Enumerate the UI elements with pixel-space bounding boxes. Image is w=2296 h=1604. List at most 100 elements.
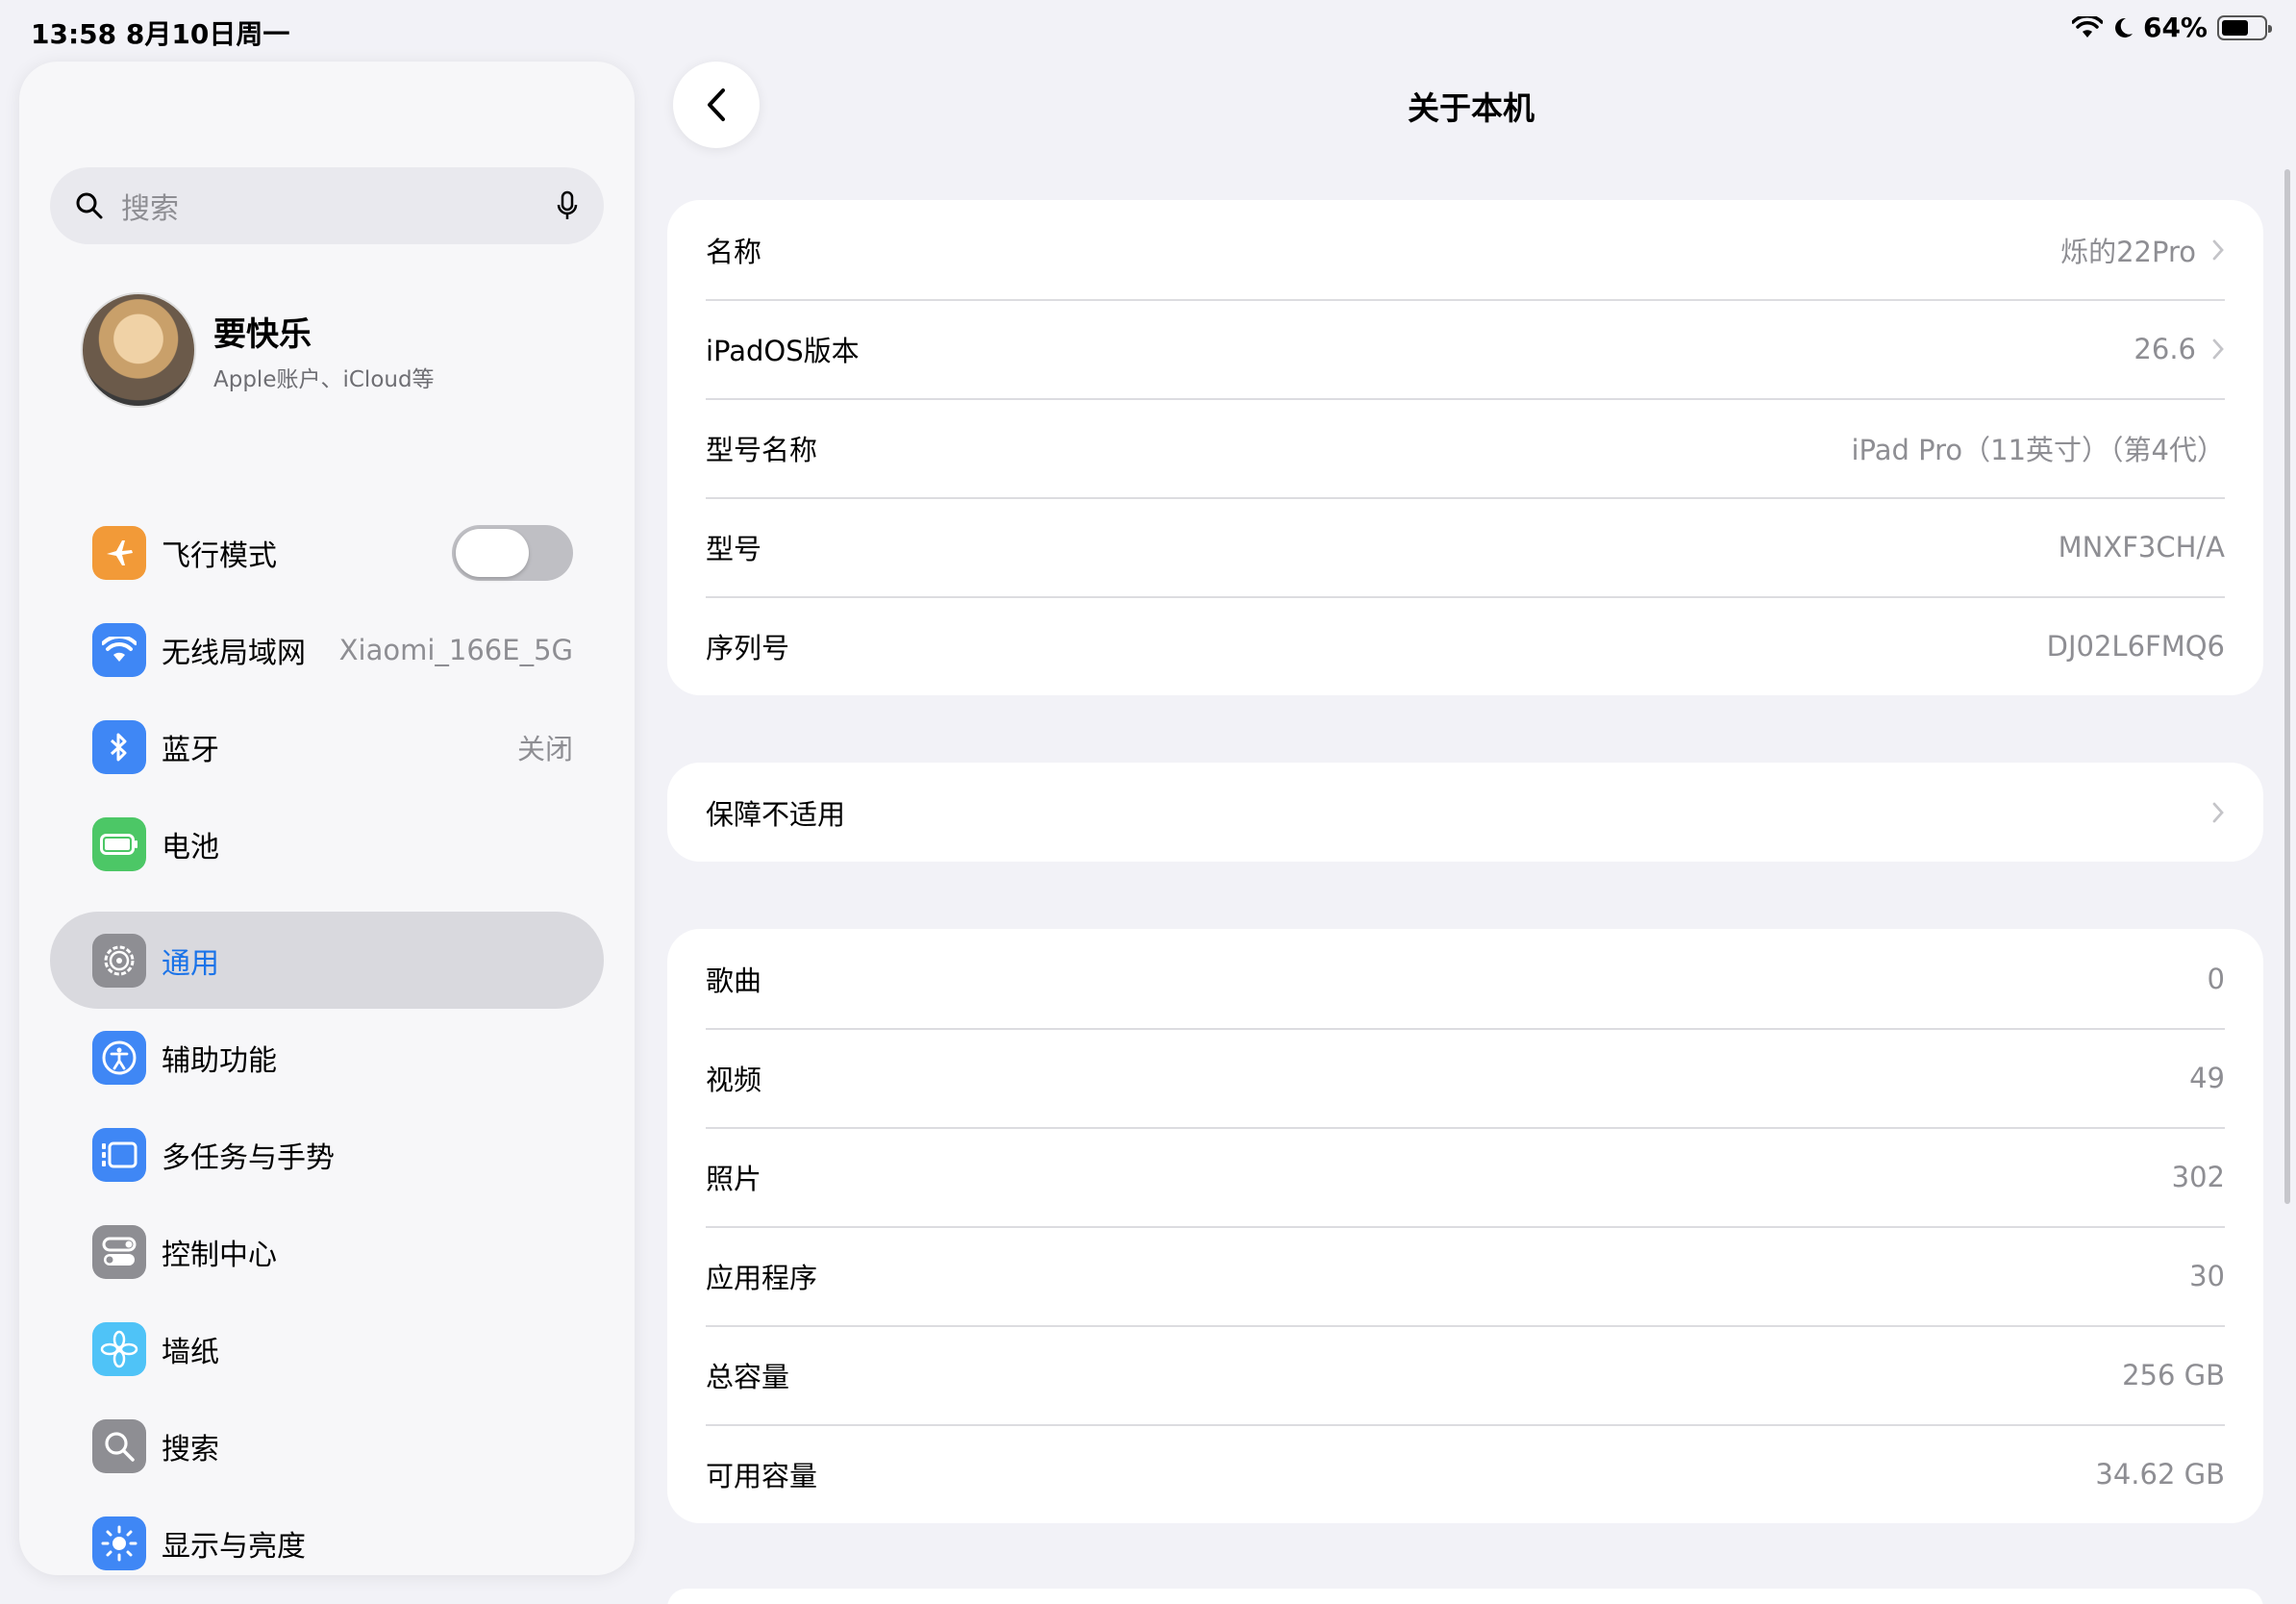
avatar: [81, 292, 196, 408]
battery-percent: 64%: [2142, 12, 2208, 43]
row-label: 型号名称: [706, 433, 818, 466]
sidebar-item-battery[interactable]: 电池: [50, 795, 604, 892]
row-applications: 应用程序 30: [667, 1226, 2263, 1325]
sidebar-item-label: 飞行模式: [162, 539, 277, 573]
sidebar-item-label: 电池: [162, 830, 219, 865]
row-coverage[interactable]: 保障不适用: [667, 763, 2263, 862]
row-videos: 视频 49: [667, 1028, 2263, 1127]
sidebar-item-label: 控制中心: [162, 1238, 277, 1272]
row-label: 可用容量: [706, 1459, 818, 1492]
row-value: 34.62 GB: [2095, 1457, 2225, 1491]
row-total-capacity: 总容量 256 GB: [667, 1325, 2263, 1424]
gear-icon: [92, 933, 146, 988]
row-label: 视频: [706, 1063, 762, 1096]
coverage-group: 保障不适用: [667, 763, 2263, 862]
microphone-icon[interactable]: [556, 190, 579, 221]
sidebar-item-control-center[interactable]: 控制中心: [50, 1203, 604, 1300]
row-value: 烁的22Pro: [2060, 235, 2196, 268]
row-model-name: 型号名称 iPad Pro（11英寸）（第4代）: [667, 398, 2263, 497]
battery-indicator: [2217, 14, 2272, 40]
sidebar-item-label: 蓝牙: [162, 733, 219, 767]
airplane-icon: [92, 525, 146, 580]
row-available-capacity: 可用容量 34.62 GB: [667, 1424, 2263, 1523]
sidebar-item-label: 显示与亮度: [162, 1529, 306, 1564]
wifi-icon: [92, 622, 146, 677]
chevron-right-icon: [2212, 338, 2224, 359]
bluetooth-status: 关闭: [516, 732, 573, 765]
wifi-network-name: Xiaomi_166E_5G: [338, 633, 573, 666]
row-photos: 照片 302: [667, 1127, 2263, 1226]
sidebar-item-general[interactable]: 通用: [50, 912, 604, 1009]
sidebar-item-airplane-mode[interactable]: 飞行模式: [50, 504, 604, 601]
apple-account-profile[interactable]: 要快乐 Apple账户、iCloud等: [81, 292, 435, 408]
battery-icon: [92, 816, 146, 871]
do-not-disturb-moon-icon: [2115, 17, 2133, 38]
sidebar-item-label: 多任务与手势: [162, 1140, 335, 1175]
chevron-right-icon: [2212, 802, 2224, 822]
sidebar-search-bar[interactable]: 搜索: [50, 167, 604, 244]
device-info-group: 名称 烁的22Pro iPadOS版本 26.6 型号名称 iPad Pro（1…: [667, 200, 2263, 695]
row-value: 30: [2189, 1259, 2225, 1292]
multitasking-icon: [92, 1127, 146, 1182]
search-icon: [76, 192, 103, 219]
airplane-mode-toggle[interactable]: [452, 524, 573, 581]
scrollbar[interactable]: [2284, 169, 2290, 1204]
brightness-icon: [92, 1516, 146, 1570]
sidebar-item-wifi[interactable]: 无线局域网 Xiaomi_166E_5G: [50, 601, 604, 698]
row-label: iPadOS版本: [706, 334, 860, 367]
next-group-peek: [667, 1589, 2263, 1604]
control-center-icon: [92, 1224, 146, 1279]
row-value: DJ02L6FMQ6: [2046, 629, 2225, 663]
sidebar-item-bluetooth[interactable]: 蓝牙 关闭: [50, 698, 604, 795]
sidebar-item-search[interactable]: 搜索: [50, 1397, 604, 1494]
row-value: 256 GB: [2122, 1358, 2225, 1391]
profile-name: 要快乐: [213, 314, 312, 354]
sidebar-item-label: 墙纸: [162, 1335, 219, 1369]
row-value: 49: [2189, 1061, 2225, 1094]
row-value: iPad Pro（11英寸）（第4代）: [1851, 433, 2226, 466]
status-time: 13:58 8月10日周一: [31, 18, 290, 50]
status-bar: 13:58 8月10日周一 64%: [0, 0, 2296, 60]
settings-sidebar: 搜索 要快乐 Apple账户、iCloud等 飞行模式 无线局域网 Xiaomi…: [19, 62, 635, 1575]
row-label: 序列号: [706, 631, 790, 664]
status-icons: 64%: [2071, 12, 2272, 43]
accessibility-icon: [92, 1030, 146, 1085]
row-label: 照片: [706, 1162, 762, 1195]
sidebar-item-multitasking[interactable]: 多任务与手势: [50, 1106, 604, 1203]
row-model-number[interactable]: 型号 MNXF3CH/A: [667, 497, 2263, 596]
row-name[interactable]: 名称 烁的22Pro: [667, 200, 2263, 299]
battery-fill: [2222, 19, 2248, 36]
page-title: 关于本机: [1408, 89, 1535, 127]
sidebar-item-wallpaper[interactable]: 墙纸: [50, 1300, 604, 1397]
row-ipados-version[interactable]: iPadOS版本 26.6: [667, 299, 2263, 398]
sidebar-item-label: 通用: [162, 946, 219, 981]
row-value: 26.6: [2134, 332, 2196, 365]
wallpaper-icon: [92, 1321, 146, 1376]
wifi-status-icon: [2071, 15, 2103, 38]
row-label: 应用程序: [706, 1261, 818, 1294]
row-label: 名称: [706, 235, 762, 268]
chevron-right-icon: [2212, 239, 2224, 260]
row-serial-number[interactable]: 序列号 DJ02L6FMQ6: [667, 596, 2263, 695]
bluetooth-icon: [92, 719, 146, 774]
row-label: 型号: [706, 532, 762, 565]
sidebar-item-label: 无线局域网: [162, 636, 306, 670]
search-icon: [92, 1418, 146, 1473]
sidebar-item-accessibility[interactable]: 辅助功能: [50, 1009, 604, 1106]
row-label: 总容量: [706, 1360, 790, 1393]
sidebar-item-label: 搜索: [162, 1432, 219, 1466]
media-storage-group: 歌曲 0 视频 49 照片 302 应用程序 30 总容量 256 GB 可用容…: [667, 929, 2263, 1523]
row-value: 0: [2207, 962, 2225, 995]
back-button[interactable]: [673, 62, 760, 148]
row-value: MNXF3CH/A: [2058, 530, 2225, 564]
sidebar-item-label: 辅助功能: [162, 1043, 277, 1078]
row-value: 302: [2171, 1160, 2225, 1193]
sidebar-item-display-brightness[interactable]: 显示与亮度: [50, 1494, 604, 1575]
row-label: 歌曲: [706, 964, 762, 997]
row-label: 保障不适用: [706, 797, 846, 831]
row-songs: 歌曲 0: [667, 929, 2263, 1028]
sidebar-menu: 飞行模式 无线局域网 Xiaomi_166E_5G 蓝牙 关闭 电池 通用 辅助…: [50, 504, 604, 1575]
search-placeholder: 搜索: [121, 192, 179, 226]
profile-subtitle: Apple账户、iCloud等: [213, 366, 435, 392]
chevron-left-icon: [708, 88, 725, 121]
